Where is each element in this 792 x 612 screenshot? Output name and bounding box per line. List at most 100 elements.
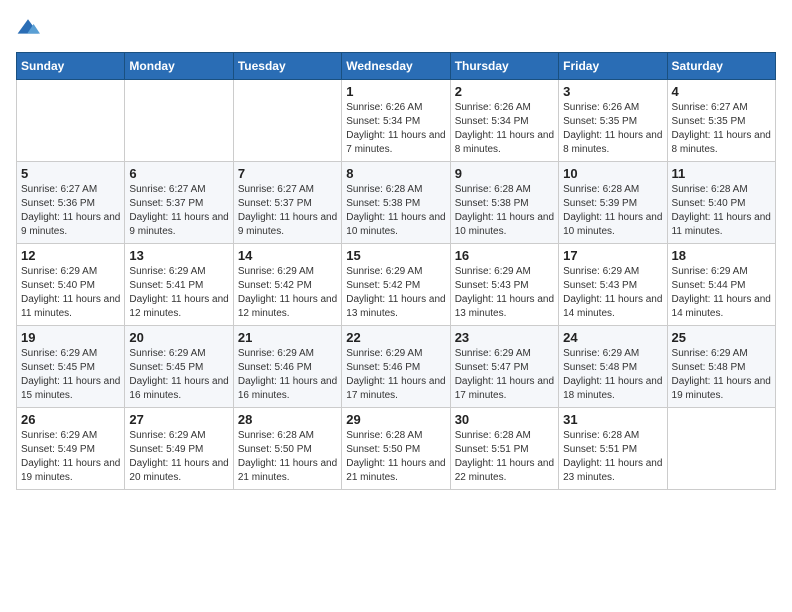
calendar-cell: 27 Sunrise: 6:29 AM Sunset: 5:49 PM Dayli…: [125, 408, 233, 490]
calendar-cell: 24 Sunrise: 6:29 AM Sunset: 5:48 PM Dayli…: [559, 326, 667, 408]
day-info: Sunrise: 6:29 AM Sunset: 5:44 PM Dayligh…: [672, 265, 771, 321]
logo-icon: [16, 16, 40, 40]
day-number: 26: [21, 412, 120, 427]
calendar-cell: 5 Sunrise: 6:27 AM Sunset: 5:36 PM Daylig…: [17, 162, 125, 244]
calendar-header-row: SundayMondayTuesdayWednesdayThursdayFrid…: [17, 53, 776, 80]
day-number: 1: [346, 84, 445, 99]
calendar-cell: [17, 80, 125, 162]
calendar-cell: 29 Sunrise: 6:28 AM Sunset: 5:50 PM Dayli…: [342, 408, 450, 490]
calendar-cell: [125, 80, 233, 162]
day-number: 25: [672, 330, 771, 345]
day-number: 28: [238, 412, 337, 427]
day-number: 27: [129, 412, 228, 427]
day-of-week-thursday: Thursday: [450, 53, 558, 80]
day-number: 12: [21, 248, 120, 263]
day-number: 17: [563, 248, 662, 263]
calendar-cell: [667, 408, 775, 490]
calendar-cell: 2 Sunrise: 6:26 AM Sunset: 5:34 PM Daylig…: [450, 80, 558, 162]
day-info: Sunrise: 6:29 AM Sunset: 5:48 PM Dayligh…: [672, 347, 771, 403]
calendar-cell: 16 Sunrise: 6:29 AM Sunset: 5:43 PM Dayli…: [450, 244, 558, 326]
calendar-cell: 6Sunrise: 6:27 AM Sunset: 5:37 PM Daylig…: [125, 162, 233, 244]
day-number: 2: [455, 84, 554, 99]
calendar-cell: 12 Sunrise: 6:29 AM Sunset: 5:40 PM Dayli…: [17, 244, 125, 326]
day-number: 14: [238, 248, 337, 263]
day-number: 4: [672, 84, 771, 99]
day-number: 19: [21, 330, 120, 345]
calendar-week-row: 5 Sunrise: 6:27 AM Sunset: 5:36 PM Daylig…: [17, 162, 776, 244]
day-of-week-sunday: Sunday: [17, 53, 125, 80]
day-info: Sunrise: 6:28 AM Sunset: 5:51 PM Dayligh…: [563, 429, 662, 485]
day-of-week-wednesday: Wednesday: [342, 53, 450, 80]
day-number: 16: [455, 248, 554, 263]
calendar-cell: 23 Sunrise: 6:29 AM Sunset: 5:47 PM Dayli…: [450, 326, 558, 408]
day-of-week-tuesday: Tuesday: [233, 53, 341, 80]
day-number: 31: [563, 412, 662, 427]
day-info: Sunrise: 6:29 AM Sunset: 5:45 PM Dayligh…: [129, 347, 228, 403]
calendar-cell: 18 Sunrise: 6:29 AM Sunset: 5:44 PM Dayli…: [667, 244, 775, 326]
day-info: Sunrise: 6:29 AM Sunset: 5:43 PM Dayligh…: [563, 265, 662, 321]
calendar-cell: 19 Sunrise: 6:29 AM Sunset: 5:45 PM Dayli…: [17, 326, 125, 408]
day-info: Sunrise: 6:29 AM Sunset: 5:46 PM Dayligh…: [238, 347, 337, 403]
calendar-cell: 14Sunrise: 6:29 AM Sunset: 5:42 PM Dayli…: [233, 244, 341, 326]
calendar-cell: 9 Sunrise: 6:28 AM Sunset: 5:38 PM Daylig…: [450, 162, 558, 244]
day-info: Sunrise: 6:29 AM Sunset: 5:46 PM Dayligh…: [346, 347, 445, 403]
day-info: Sunrise: 6:28 AM Sunset: 5:51 PM Dayligh…: [455, 429, 554, 485]
calendar-cell: 25 Sunrise: 6:29 AM Sunset: 5:48 PM Dayli…: [667, 326, 775, 408]
day-number: 29: [346, 412, 445, 427]
day-number: 20: [129, 330, 228, 345]
day-info: Sunrise: 6:29 AM Sunset: 5:43 PM Dayligh…: [455, 265, 554, 321]
day-info: Sunrise: 6:28 AM Sunset: 5:50 PM Dayligh…: [346, 429, 445, 485]
day-info: Sunrise: 6:27 AM Sunset: 5:37 PM Dayligh…: [238, 183, 337, 239]
page-header: [16, 16, 776, 40]
calendar-week-row: 26 Sunrise: 6:29 AM Sunset: 5:49 PM Dayli…: [17, 408, 776, 490]
day-info: Sunrise: 6:26 AM Sunset: 5:34 PM Dayligh…: [346, 101, 445, 157]
calendar-cell: 3 Sunrise: 6:26 AM Sunset: 5:35 PM Daylig…: [559, 80, 667, 162]
calendar-cell: 28 Sunrise: 6:28 AM Sunset: 5:50 PM Dayli…: [233, 408, 341, 490]
day-number: 18: [672, 248, 771, 263]
day-info: Sunrise: 6:28 AM Sunset: 5:50 PM Dayligh…: [238, 429, 337, 485]
day-number: 30: [455, 412, 554, 427]
day-number: 22: [346, 330, 445, 345]
day-number: 3: [563, 84, 662, 99]
day-info: Sunrise: 6:29 AM Sunset: 5:48 PM Dayligh…: [563, 347, 662, 403]
day-of-week-monday: Monday: [125, 53, 233, 80]
calendar-cell: 21 Sunrise: 6:29 AM Sunset: 5:46 PM Dayli…: [233, 326, 341, 408]
calendar-cell: 10 Sunrise: 6:28 AM Sunset: 5:39 PM Dayli…: [559, 162, 667, 244]
calendar-cell: 13 Sunrise: 6:29 AM Sunset: 5:41 PM Dayli…: [125, 244, 233, 326]
calendar-cell: 20 Sunrise: 6:29 AM Sunset: 5:45 PM Dayli…: [125, 326, 233, 408]
calendar-week-row: 19 Sunrise: 6:29 AM Sunset: 5:45 PM Dayli…: [17, 326, 776, 408]
day-number: 11: [672, 166, 771, 181]
day-info: Sunrise: 6:29 AM Sunset: 5:47 PM Dayligh…: [455, 347, 554, 403]
day-info: Sunrise: 6:26 AM Sunset: 5:34 PM Dayligh…: [455, 101, 554, 157]
day-number: 13: [129, 248, 228, 263]
day-info: Sunrise: 6:29 AM Sunset: 5:45 PM Dayligh…: [21, 347, 120, 403]
calendar-cell: 7 Sunrise: 6:27 AM Sunset: 5:37 PM Daylig…: [233, 162, 341, 244]
day-info: Sunrise: 6:26 AM Sunset: 5:35 PM Dayligh…: [563, 101, 662, 157]
day-number: 10: [563, 166, 662, 181]
calendar-cell: 1 Sunrise: 6:26 AM Sunset: 5:34 PM Daylig…: [342, 80, 450, 162]
day-info: Sunrise: 6:28 AM Sunset: 5:39 PM Dayligh…: [563, 183, 662, 239]
day-number: 21: [238, 330, 337, 345]
day-of-week-saturday: Saturday: [667, 53, 775, 80]
day-number: 15: [346, 248, 445, 263]
day-info: Sunrise: 6:27 AM Sunset: 5:35 PM Dayligh…: [672, 101, 771, 157]
day-number: 5: [21, 166, 120, 181]
day-info: Sunrise: 6:29 AM Sunset: 5:40 PM Dayligh…: [21, 265, 120, 321]
day-info: Sunrise: 6:27 AM Sunset: 5:36 PM Dayligh…: [21, 183, 120, 239]
day-info: Sunrise: 6:29 AM Sunset: 5:42 PM Dayligh…: [346, 265, 445, 321]
day-info: Sunrise: 6:29 AM Sunset: 5:41 PM Dayligh…: [129, 265, 228, 321]
calendar-week-row: 1 Sunrise: 6:26 AM Sunset: 5:34 PM Daylig…: [17, 80, 776, 162]
day-number: 7: [238, 166, 337, 181]
calendar-cell: [233, 80, 341, 162]
calendar-cell: 17 Sunrise: 6:29 AM Sunset: 5:43 PM Dayli…: [559, 244, 667, 326]
day-info: Sunrise: 6:29 AM Sunset: 5:49 PM Dayligh…: [21, 429, 120, 485]
day-number: 23: [455, 330, 554, 345]
day-info: Sunrise: 6:28 AM Sunset: 5:38 PM Dayligh…: [455, 183, 554, 239]
day-info: Sunrise: 6:27 AM Sunset: 5:37 PM Dayligh…: [129, 183, 228, 239]
calendar-cell: 4 Sunrise: 6:27 AM Sunset: 5:35 PM Daylig…: [667, 80, 775, 162]
day-number: 9: [455, 166, 554, 181]
calendar-cell: 22 Sunrise: 6:29 AM Sunset: 5:46 PM Dayli…: [342, 326, 450, 408]
day-number: 24: [563, 330, 662, 345]
calendar-week-row: 12 Sunrise: 6:29 AM Sunset: 5:40 PM Dayli…: [17, 244, 776, 326]
day-info: Sunrise: 6:29 AM Sunset: 5:49 PM Dayligh…: [129, 429, 228, 485]
